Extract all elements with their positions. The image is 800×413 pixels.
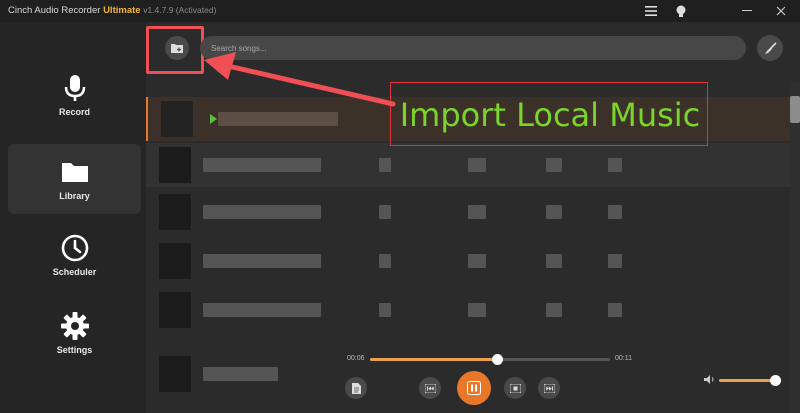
song-artist-redacted — [379, 303, 391, 317]
close-button[interactable] — [766, 0, 796, 22]
sidebar-item-record[interactable]: Record — [8, 60, 141, 130]
sidebar: Record Library Scheduler Settings — [0, 22, 146, 413]
progress-fill — [370, 358, 498, 361]
annotation-box: Import Local Music — [390, 82, 708, 146]
song-artist-redacted — [379, 254, 391, 268]
song-artist-redacted — [379, 205, 391, 219]
progress-bar[interactable] — [370, 354, 610, 365]
stop-button[interactable] — [504, 377, 526, 399]
brush-icon — [764, 41, 777, 54]
clean-button[interactable] — [757, 35, 783, 61]
song-size-redacted — [608, 158, 622, 172]
song-artwork — [159, 194, 191, 230]
playing-indicator-icon — [210, 114, 217, 124]
gear-icon — [60, 312, 89, 340]
app-version: v1.4.7.9 (Activated) — [143, 5, 217, 15]
volume-icon[interactable] — [704, 375, 715, 384]
song-artwork — [161, 101, 193, 137]
song-duration-redacted — [546, 158, 562, 172]
minimize-icon — [742, 10, 752, 11]
song-album-redacted — [468, 303, 486, 317]
song-artist-redacted — [379, 158, 391, 172]
folder-icon — [61, 163, 88, 182]
song-duration-redacted — [546, 205, 562, 219]
skip-previous-icon — [424, 383, 436, 393]
song-title-redacted — [203, 205, 321, 219]
previous-button[interactable] — [419, 377, 441, 399]
close-icon — [776, 6, 786, 16]
song-title-redacted — [203, 367, 278, 381]
menu-button[interactable] — [636, 0, 666, 22]
total-time: 00:11 — [615, 355, 632, 362]
song-artwork — [159, 292, 191, 328]
song-artwork — [159, 147, 191, 183]
pause-button[interactable] — [457, 371, 491, 405]
song-album-redacted — [468, 158, 486, 172]
elapsed-time: 00:06 — [347, 355, 365, 362]
song-duration-redacted — [546, 303, 562, 317]
song-artwork — [159, 356, 191, 392]
song-album-redacted — [468, 205, 486, 219]
song-row[interactable] — [146, 239, 790, 283]
song-title-redacted — [203, 158, 321, 172]
app-title: Cinch Audio Recorder Ultimate v1.4.7.9 (… — [8, 5, 216, 16]
annotation-text: Import Local Music — [399, 96, 701, 134]
sidebar-item-label: Record — [58, 107, 90, 117]
song-title-redacted — [203, 303, 321, 317]
song-row[interactable] — [146, 190, 790, 234]
tips-button[interactable] — [666, 0, 696, 22]
clock-icon — [61, 234, 88, 262]
stop-icon — [509, 383, 521, 393]
search-bar[interactable] — [200, 36, 746, 60]
sidebar-item-label: Settings — [56, 345, 93, 355]
sidebar-item-settings[interactable]: Settings — [8, 298, 141, 368]
pause-icon — [467, 381, 481, 395]
song-title-redacted — [218, 112, 338, 126]
song-size-redacted — [608, 205, 622, 219]
lyrics-button[interactable] — [345, 377, 367, 399]
sidebar-item-label: Library — [59, 191, 90, 201]
title-bar: Cinch Audio Recorder Ultimate v1.4.7.9 (… — [0, 0, 800, 22]
song-artwork — [159, 243, 191, 279]
song-duration-redacted — [546, 254, 562, 268]
hamburger-icon — [645, 6, 657, 16]
song-size-redacted — [608, 254, 622, 268]
song-album-redacted — [468, 254, 486, 268]
document-icon — [351, 382, 361, 394]
skip-next-icon — [543, 383, 555, 393]
scrollbar-track[interactable] — [790, 82, 800, 413]
sidebar-item-label: Scheduler — [52, 267, 97, 277]
import-highlight-box — [146, 26, 204, 74]
volume-knob[interactable] — [769, 375, 781, 386]
app-title-prefix: Cinch Audio Recorder — [8, 5, 101, 16]
microphone-icon — [64, 75, 85, 101]
song-row[interactable] — [146, 143, 790, 187]
sidebar-item-scheduler[interactable]: Scheduler — [8, 220, 141, 290]
next-button[interactable] — [538, 377, 560, 399]
sidebar-item-library[interactable]: Library — [8, 144, 141, 214]
song-title-redacted — [203, 254, 321, 268]
lightbulb-icon — [676, 5, 686, 17]
search-input[interactable] — [200, 36, 746, 60]
song-size-redacted — [608, 303, 622, 317]
minimize-button[interactable] — [732, 0, 762, 22]
app-title-brand: Ultimate — [103, 5, 141, 16]
scrollbar-thumb[interactable] — [790, 96, 800, 123]
song-row[interactable] — [146, 288, 790, 332]
